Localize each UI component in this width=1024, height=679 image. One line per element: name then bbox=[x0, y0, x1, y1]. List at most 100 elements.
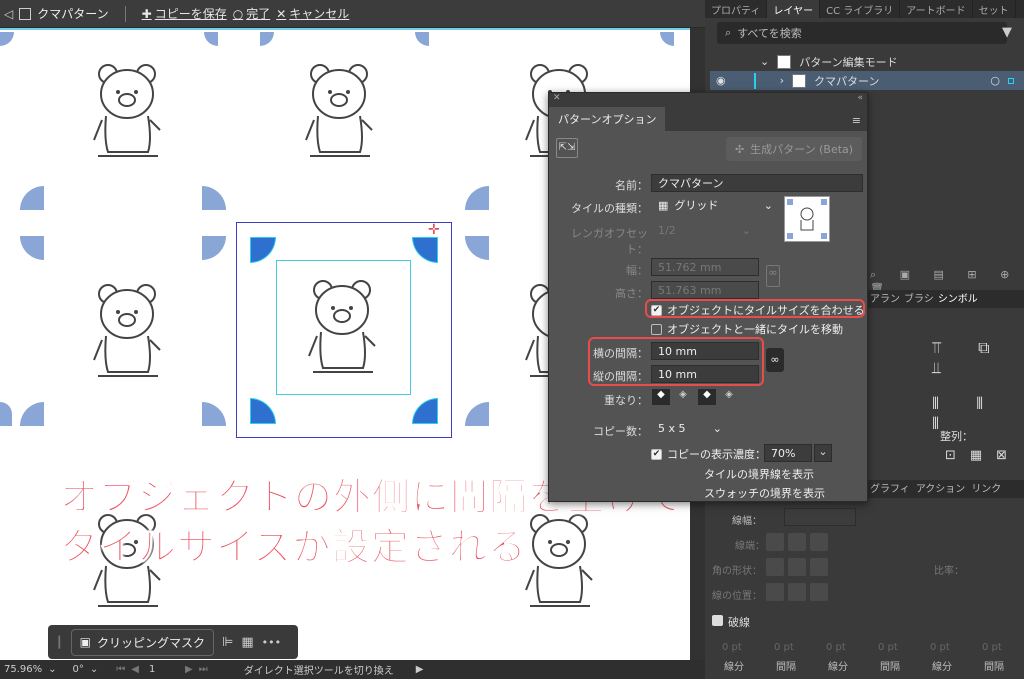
stroke-width-field[interactable] bbox=[784, 508, 856, 526]
dash-value-3[interactable]: 0 pt bbox=[930, 642, 950, 653]
align-icon[interactable]: ⊫ bbox=[222, 635, 233, 650]
dash-value-2[interactable]: 0 pt bbox=[826, 642, 846, 653]
layers-search-field[interactable]: ⌕ すべてを検索 bbox=[717, 22, 1007, 44]
contextual-taskbar: ┃ ▣ クリッピングマスク ⊫ ▦ ••• bbox=[48, 625, 298, 659]
overlap-top-icon[interactable]: ◆ bbox=[698, 389, 716, 405]
dim-copies-dropdown[interactable]: ⌄ bbox=[814, 444, 832, 462]
pattern-icon[interactable]: ▦ bbox=[241, 635, 253, 650]
filter-icon[interactable]: ▼ bbox=[1002, 25, 1012, 40]
height-label: 高さ： bbox=[615, 287, 648, 300]
move-tile-checkbox[interactable] bbox=[651, 323, 662, 335]
chevron-down-icon[interactable]: ⌄ bbox=[48, 664, 56, 675]
chevron-down-icon[interactable]: ⌄ bbox=[90, 664, 98, 675]
close-icon[interactable]: ✕ bbox=[553, 93, 561, 103]
first-page-icon[interactable]: ⏮ bbox=[116, 664, 125, 675]
overlap-right-icon[interactable]: ◈ bbox=[674, 389, 692, 405]
overlap-bottom-icon[interactable]: ◈ bbox=[720, 389, 738, 405]
tab-brushes[interactable]: ブラシ bbox=[904, 290, 934, 308]
chevron-down-icon[interactable]: ⌄ bbox=[760, 55, 769, 68]
dim-copies-checkbox[interactable]: ✔ bbox=[651, 448, 662, 460]
target-icon[interactable]: ○ bbox=[990, 74, 1000, 87]
generate-pattern-button[interactable]: ✣ 生成パターン (Beta) bbox=[726, 137, 862, 161]
play-icon[interactable]: ▶ bbox=[416, 664, 424, 675]
tab-layers[interactable]: レイヤー bbox=[767, 0, 821, 18]
layer-row-bear-pattern[interactable]: ◉ › クマパターン ○ bbox=[710, 71, 1024, 90]
sparkle-icon: ✣ bbox=[734, 142, 745, 156]
layer-name: クマパターン bbox=[814, 74, 880, 88]
tab-artboards[interactable]: アートボード bbox=[900, 0, 973, 18]
dim-copies-row[interactable]: ✔ コピーの表示濃度： bbox=[651, 446, 766, 462]
collapse-icon[interactable]: « bbox=[857, 93, 863, 103]
done-button[interactable]: ○ 完了 bbox=[233, 5, 271, 22]
tab-links[interactable]: リンク bbox=[971, 480, 1001, 498]
save-copy-button[interactable]: ✚ コピーを保存 bbox=[142, 5, 227, 22]
layer-name: パターン編集モード bbox=[799, 55, 898, 69]
clipping-mask-button[interactable]: ▣ クリッピングマスク bbox=[70, 628, 214, 656]
tab-properties[interactable]: プロパティ bbox=[705, 0, 768, 18]
tile-corner-shape bbox=[204, 32, 218, 46]
save-copy-label: コピーを保存 bbox=[154, 7, 227, 21]
align-outside-icon[interactable] bbox=[810, 583, 828, 601]
dash-value-1[interactable]: 0 pt bbox=[722, 642, 742, 653]
gap-value-2[interactable]: 0 pt bbox=[878, 642, 898, 653]
spacing-link-icon[interactable]: ∞ bbox=[766, 348, 784, 372]
align-inside-icon[interactable] bbox=[788, 583, 806, 601]
show-tile-edge-row[interactable]: タイルの境界線を表示 bbox=[690, 466, 814, 482]
cancel-button[interactable]: ✕ キャンセル bbox=[276, 5, 349, 22]
cap-butt-icon[interactable] bbox=[766, 533, 784, 551]
layer-row-pattern-edit[interactable]: ⌄ パターン編集モード bbox=[710, 52, 1024, 71]
brick-offset-select: 1/2 ⌄ bbox=[651, 221, 756, 239]
cap-square-icon[interactable] bbox=[810, 533, 828, 551]
overlap-left-icon[interactable]: ◆ bbox=[652, 389, 670, 405]
more-icon[interactable]: ••• bbox=[262, 636, 281, 649]
tile-corner-shape bbox=[0, 32, 14, 46]
chevron-right-icon[interactable]: › bbox=[780, 74, 784, 87]
zoom-value[interactable]: 75.96% bbox=[4, 664, 42, 675]
name-field[interactable]: クマパターン bbox=[651, 174, 863, 192]
tab-sets[interactable]: セット bbox=[973, 0, 1016, 18]
name-label: 名前： bbox=[615, 179, 648, 192]
panel-menu-icon[interactable]: ≡ bbox=[852, 114, 861, 127]
rotation-value[interactable]: 0° bbox=[73, 664, 84, 675]
selection-indicator[interactable] bbox=[1008, 77, 1014, 84]
chevron-down-icon: ⌄ bbox=[763, 198, 773, 212]
bear-selection-bounds[interactable] bbox=[276, 260, 411, 395]
cap-round-icon[interactable] bbox=[788, 533, 806, 551]
move-tile-row[interactable]: オブジェクトと一緒にタイルを移動 bbox=[651, 321, 843, 337]
mask-icon: ▣ bbox=[79, 635, 91, 649]
align-to-icons[interactable]: ⊡▦⊠ bbox=[945, 448, 1021, 463]
tab-pattern-options[interactable]: パターンオプション bbox=[549, 107, 666, 131]
copies-select[interactable]: 5 x 5 ⌄ bbox=[651, 419, 727, 437]
gap-value-3[interactable]: 0 pt bbox=[982, 642, 1002, 653]
tile-corner-shape bbox=[20, 236, 44, 260]
tab-graphic-styles[interactable]: グラフィ bbox=[870, 480, 910, 498]
tile-type-select[interactable]: ▦ グリッド ⌄ bbox=[651, 196, 778, 214]
pattern-icon bbox=[19, 7, 32, 20]
tab-cc-libraries[interactable]: CC ライブラリ bbox=[820, 0, 901, 18]
align-center-icon[interactable] bbox=[766, 583, 784, 601]
corner-bevel-icon[interactable] bbox=[810, 558, 828, 576]
gap-value-1[interactable]: 0 pt bbox=[774, 642, 794, 653]
grip-icon[interactable]: ┃ bbox=[56, 636, 63, 649]
last-page-icon[interactable]: ⏭ bbox=[199, 664, 208, 675]
tab-actions[interactable]: アクション bbox=[916, 480, 966, 498]
tab-symbols[interactable]: シンボル bbox=[938, 290, 978, 308]
dim-copies-field[interactable]: 70% bbox=[764, 444, 812, 462]
back-icon[interactable]: ◁ bbox=[4, 7, 13, 21]
tile-corner-shape bbox=[465, 236, 489, 260]
eye-icon[interactable]: ◉ bbox=[716, 74, 726, 87]
move-handle-icon[interactable]: ✛ bbox=[428, 222, 440, 238]
width-label: 幅： bbox=[626, 264, 648, 277]
tile-edit-tool-icon[interactable]: ⇱⇲ bbox=[556, 138, 578, 158]
next-page-icon[interactable]: ▶ bbox=[185, 664, 193, 675]
prev-page-icon[interactable]: ◀ bbox=[131, 664, 139, 675]
tile-corner-shape bbox=[260, 32, 274, 46]
align-icons[interactable]: ⫪ ⧉ ⫫ bbox=[932, 338, 1024, 378]
bear-illustration bbox=[305, 64, 373, 157]
show-swatch-bounds-row[interactable]: スウォッチの境界を表示 bbox=[690, 485, 825, 501]
dashed-checkbox[interactable] bbox=[712, 615, 723, 626]
corner-round-icon[interactable] bbox=[788, 558, 806, 576]
tab-appearance[interactable]: アラン bbox=[870, 290, 900, 308]
page-value[interactable]: 1 bbox=[149, 664, 179, 675]
corner-miter-icon[interactable] bbox=[766, 558, 784, 576]
